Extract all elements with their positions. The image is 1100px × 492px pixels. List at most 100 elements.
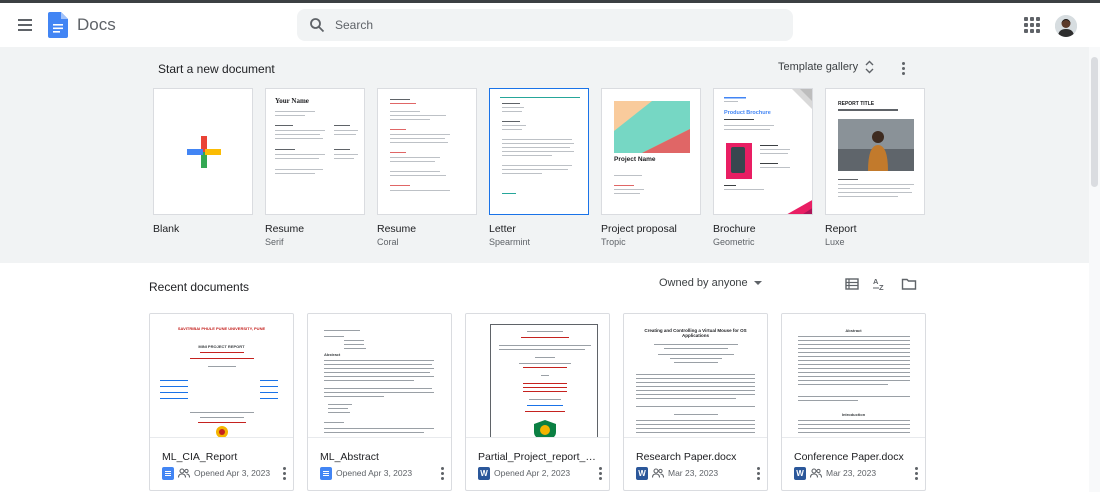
- svg-text:Z: Z: [879, 283, 884, 292]
- document-card-research-paper[interactable]: Creating and Controlling a Virtual Mouse…: [623, 313, 768, 491]
- template-project-proposal[interactable]: Project Name Project proposal Tropic: [601, 88, 701, 247]
- template-name: Resume: [265, 223, 305, 235]
- document-more-options-icon[interactable]: [593, 465, 607, 481]
- template-name: Resume: [377, 223, 417, 235]
- sort-az-icon[interactable]: A Z: [872, 276, 888, 292]
- template-subtitle: Tropic: [601, 237, 626, 247]
- hamburger-menu-icon: [18, 19, 32, 21]
- template-gallery-label: Template gallery: [778, 61, 859, 73]
- template-resume-serif[interactable]: Your Name Resume Serif: [265, 88, 365, 247]
- template-gallery-button[interactable]: Template gallery: [778, 60, 874, 74]
- scrollbar-thumb[interactable]: [1091, 57, 1098, 187]
- document-meta: W Mar 23, 2023: [636, 466, 718, 480]
- template-subtitle: Spearmint: [489, 237, 531, 247]
- preview-title: Abstract: [845, 328, 862, 333]
- opened-date: Mar 23, 2023: [826, 468, 877, 478]
- template-thumbnail: Project Name: [601, 88, 701, 215]
- university-logo: [216, 426, 228, 437]
- google-docs-logo-icon[interactable]: [48, 12, 68, 38]
- google-doc-icon: [162, 466, 174, 480]
- word-file-icon: W: [636, 466, 648, 480]
- shared-people-icon: [810, 468, 822, 478]
- shared-people-icon: [178, 468, 190, 478]
- document-preview: Abstract: [308, 314, 451, 438]
- template-subtitle: Geometric: [713, 237, 755, 247]
- document-meta: Opened Apr 3, 2023: [162, 466, 270, 480]
- template-thumbnail: Your Name: [265, 88, 365, 215]
- opened-date: Opened Apr 3, 2023: [194, 468, 271, 478]
- account-avatar[interactable]: [1055, 15, 1077, 37]
- document-title: Conference Paper.docx: [794, 451, 904, 463]
- document-title: ML_CIA_Report: [162, 451, 238, 463]
- preview-title: Abstract: [324, 352, 341, 357]
- preview-subtitle: MINI PROJECT REPORT: [198, 344, 245, 349]
- template-more-options-icon[interactable]: [896, 60, 910, 76]
- template-heading: Project Name: [614, 156, 656, 163]
- hamburger-line: [18, 29, 32, 31]
- template-name: Project proposal: [601, 223, 677, 235]
- template-resume-coral[interactable]: Resume Coral: [377, 88, 477, 247]
- template-thumbnail: [377, 88, 477, 215]
- recent-documents-title: Recent documents: [149, 280, 250, 294]
- search-input[interactable]: [335, 9, 775, 41]
- document-preview: [466, 314, 609, 438]
- search-bar[interactable]: [297, 9, 793, 41]
- document-card-conference-paper[interactable]: Abstract Introduction Conference Paper.d…: [781, 313, 926, 491]
- page-scrollbar[interactable]: [1089, 47, 1100, 492]
- word-file-icon: W: [478, 466, 490, 480]
- preview-subtitle: Introduction: [841, 412, 866, 417]
- proposal-graphic: [614, 101, 690, 194]
- hamburger-line: [18, 24, 32, 26]
- document-preview: SAVITRIBAI PHULE PUNE UNIVERSITY, PUNE M…: [150, 314, 293, 438]
- preview-title: SAVITRIBAI PHULE PUNE UNIVERSITY, PUNE: [177, 326, 266, 331]
- template-report-luxe[interactable]: REPORT TITLE Report Luxe: [825, 88, 925, 247]
- template-subtitle: Serif: [265, 237, 284, 247]
- search-icon[interactable]: [309, 17, 325, 33]
- template-heading: REPORT TITLE: [838, 101, 875, 107]
- app-title[interactable]: Docs: [77, 15, 116, 35]
- start-new-document-title: Start a new document: [158, 62, 275, 76]
- document-meta: W Mar 23, 2023: [794, 466, 876, 480]
- template-heading: Your Name: [275, 97, 309, 105]
- document-meta: Opened Apr 3, 2023: [320, 466, 412, 480]
- app-header: Docs: [0, 3, 1100, 47]
- document-more-options-icon[interactable]: [909, 465, 923, 481]
- word-file-icon: W: [794, 466, 806, 480]
- report-photo: [838, 119, 914, 171]
- template-thumbnail: REPORT TITLE: [825, 88, 925, 215]
- template-thumbnail: [489, 88, 589, 215]
- opened-date: Opened Apr 2, 2023: [494, 468, 571, 478]
- template-blank[interactable]: Blank: [153, 88, 253, 237]
- owner-filter-dropdown[interactable]: Owned by anyone: [659, 277, 762, 289]
- document-more-options-icon[interactable]: [435, 465, 449, 481]
- apps-grid-icon[interactable]: [1024, 17, 1040, 33]
- folder-icon[interactable]: [901, 276, 917, 292]
- institute-logo: [534, 420, 556, 437]
- opened-date: Mar 23, 2023: [668, 468, 719, 478]
- opened-date: Opened Apr 3, 2023: [336, 468, 413, 478]
- document-preview: Creating and Controlling a Virtual Mouse…: [624, 314, 767, 438]
- brochure-graphic: [724, 89, 812, 214]
- template-name: Report: [825, 223, 857, 235]
- document-more-options-icon[interactable]: [751, 465, 765, 481]
- document-more-options-icon[interactable]: [277, 465, 291, 481]
- document-preview: Abstract Introduction: [782, 314, 925, 438]
- document-meta: W Opened Apr 2, 2023: [478, 466, 570, 480]
- template-name: Blank: [153, 223, 180, 235]
- main-menu-button[interactable]: [14, 14, 36, 36]
- document-title: Research Paper.docx: [636, 451, 737, 463]
- document-card-ml-cia-report[interactable]: SAVITRIBAI PHULE PUNE UNIVERSITY, PUNE M…: [149, 313, 294, 491]
- list-view-icon[interactable]: [844, 276, 860, 292]
- owner-filter-label: Owned by anyone: [659, 277, 748, 289]
- template-brochure[interactable]: Product Brochure Brochure Geometric: [713, 88, 813, 247]
- template-letter-spearmint[interactable]: Letter Spearmint: [489, 88, 589, 247]
- document-title: ML_Abstract: [320, 451, 379, 463]
- document-title: Partial_Project_report_S...: [478, 451, 600, 463]
- document-card-ml-abstract[interactable]: Abstract ML_Abstract Opened Apr 3, 2023: [307, 313, 452, 491]
- document-card-partial-project-report[interactable]: Partial_Project_report_S... W Opened Apr…: [465, 313, 610, 491]
- template-name: Brochure: [713, 223, 756, 235]
- google-doc-icon: [320, 466, 332, 480]
- template-thumbnail: Product Brochure: [713, 88, 813, 215]
- plus-icon: [187, 136, 221, 168]
- shared-people-icon: [652, 468, 664, 478]
